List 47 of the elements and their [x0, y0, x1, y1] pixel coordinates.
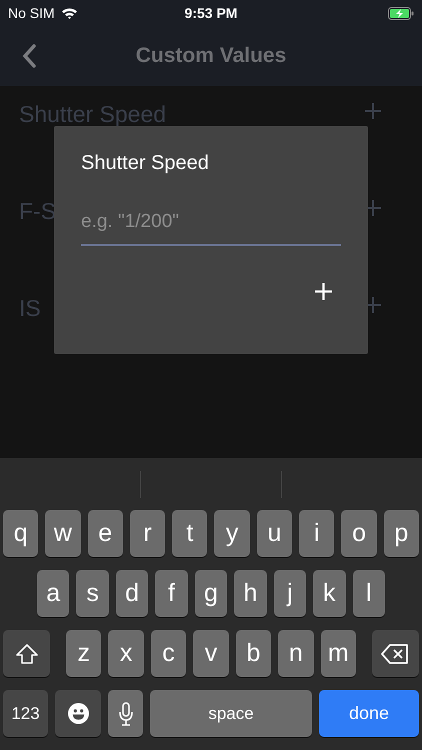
dialog-title: Shutter Speed	[81, 152, 210, 175]
key[interactable]: h	[234, 570, 267, 617]
key[interactable]: e	[88, 510, 123, 557]
key[interactable]: 123	[3, 690, 48, 737]
key[interactable]: c	[150, 630, 186, 677]
key[interactable]: t	[172, 510, 208, 557]
key[interactable]: f	[155, 570, 188, 617]
key[interactable]: g	[194, 570, 228, 617]
key[interactable]: j	[274, 570, 306, 617]
mic-key[interactable]	[108, 690, 143, 737]
key[interactable]: l	[352, 570, 385, 617]
key[interactable]: a	[37, 570, 70, 617]
carrier-label: No SIM	[8, 5, 55, 21]
time-label: 9:53 PM	[184, 5, 238, 21]
key[interactable]: done	[319, 690, 419, 737]
key[interactable]: d	[116, 570, 148, 617]
backspace-icon	[381, 644, 410, 664]
key[interactable]: n	[278, 630, 314, 677]
key[interactable]: i	[299, 510, 334, 557]
key[interactable]: m	[320, 630, 356, 677]
plus-icon	[314, 282, 333, 301]
input-field[interactable]: e.g. "1/200"	[81, 207, 341, 246]
back-icon	[22, 44, 36, 68]
emoji-icon	[68, 703, 88, 724]
microphone-icon	[118, 702, 132, 726]
back-button[interactable]	[22, 44, 36, 68]
key[interactable]: b	[236, 630, 272, 677]
plus-icon	[364, 102, 382, 120]
key[interactable]: p	[384, 510, 419, 557]
key[interactable]: k	[313, 570, 346, 617]
key[interactable]: x	[108, 630, 144, 677]
emoji-key[interactable]	[55, 690, 101, 737]
key[interactable]: q	[3, 510, 38, 557]
backspace-key[interactable]	[372, 630, 419, 677]
key[interactable]: z	[66, 630, 102, 677]
key[interactable]: space	[150, 690, 312, 737]
key[interactable]: r	[130, 510, 166, 557]
wifi-icon	[60, 7, 78, 19]
key[interactable]: s	[76, 570, 109, 617]
key[interactable]: u	[256, 510, 292, 557]
key[interactable]: w	[45, 510, 81, 557]
shift-icon	[16, 644, 38, 664]
key[interactable]: v	[193, 630, 229, 677]
shift-key[interactable]	[3, 630, 50, 677]
key[interactable]: y	[214, 510, 250, 557]
key[interactable]: o	[341, 510, 377, 557]
screen-title: Custom Values	[136, 44, 286, 68]
